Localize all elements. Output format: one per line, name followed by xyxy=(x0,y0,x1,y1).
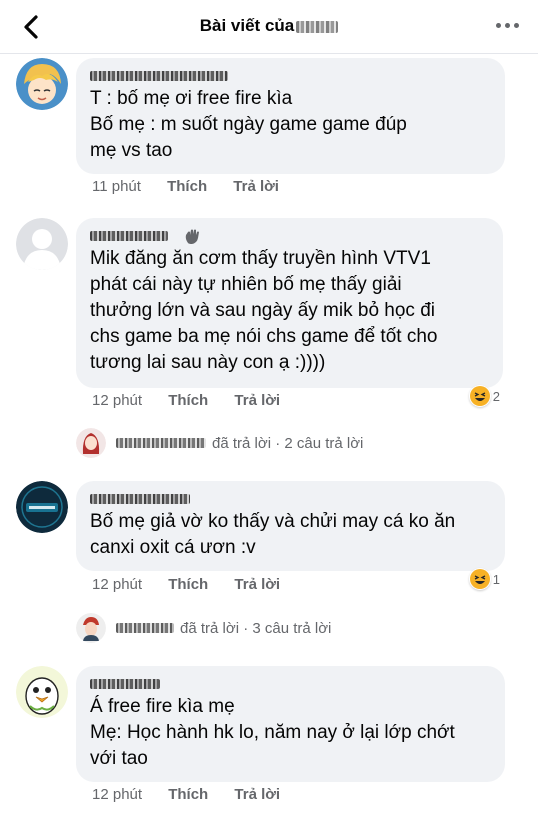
avatar[interactable] xyxy=(16,218,68,270)
default-user-icon xyxy=(16,218,68,270)
comment-text: Á free fire kìa mẹ Mẹ: Học hành hk lo, n… xyxy=(90,696,455,769)
reply-button[interactable]: Trả lời xyxy=(233,178,279,195)
comment-actions: 11 phút Thích Trả lời xyxy=(92,178,301,195)
cartoon-chick-avatar-icon xyxy=(16,666,68,718)
replies-text[interactable]: đã trả lời · 3 câu trả lời xyxy=(180,620,331,637)
comment-actions: 12 phút Thích Trả lời xyxy=(92,576,302,593)
comment-time: 12 phút xyxy=(92,576,143,593)
wave-hand-icon xyxy=(185,229,199,244)
reply-button[interactable]: Trả lời xyxy=(234,786,280,803)
comment-bubble[interactable]: T : bố mẹ ơi free fire kìa Bố mẹ : m suố… xyxy=(76,58,505,174)
comment-text: Mik đăng ăn cơm thấy truyền hình VTV1 ph… xyxy=(90,248,438,373)
replies-summary[interactable]: đã trả lời · 2 câu trả lời xyxy=(76,427,363,459)
comment-bubble[interactable]: Bố mẹ giả vờ ko thấy và chửi may cá ko ă… xyxy=(76,481,505,571)
comment-time: 12 phút xyxy=(92,392,143,409)
hoang-phan-logo-icon xyxy=(16,481,68,533)
page-title-text: Bài viết của xyxy=(199,16,295,35)
avatar[interactable] xyxy=(16,58,68,110)
blurred-author-name xyxy=(296,20,339,33)
comment-author[interactable] xyxy=(90,68,230,84)
avatar[interactable] xyxy=(16,666,68,718)
reaction-count[interactable]: 1 xyxy=(468,568,500,590)
comment-text: T : bố mẹ ơi free fire kìa Bố mẹ : m suố… xyxy=(90,88,407,161)
page-title: Bài viết của xyxy=(0,16,538,36)
anime-avatar-icon xyxy=(16,58,68,110)
haha-emoji-icon xyxy=(468,385,491,407)
reply-avatar-icon xyxy=(76,613,106,643)
comment-actions: 12 phút Thích Trả lời xyxy=(92,786,302,803)
comment-author[interactable] xyxy=(90,491,230,507)
like-button[interactable]: Thích xyxy=(168,786,208,803)
comment-actions: 12 phút Thích Trả lời xyxy=(92,392,302,409)
blurred-reply-name xyxy=(116,623,174,633)
comment-bubble[interactable]: Á free fire kìa mẹ Mẹ: Học hành hk lo, n… xyxy=(76,666,505,782)
reaction-number: 2 xyxy=(492,388,500,404)
avatar[interactable] xyxy=(16,481,68,533)
haha-emoji-icon xyxy=(468,568,491,590)
reply-button[interactable]: Trả lời xyxy=(234,576,280,593)
reaction-number: 1 xyxy=(492,571,500,587)
comment-time: 11 phút xyxy=(92,178,141,195)
reply-button[interactable]: Trả lời xyxy=(234,392,280,409)
like-button[interactable]: Thích xyxy=(168,392,208,409)
replies-text[interactable]: đã trả lời · 2 câu trả lời xyxy=(212,435,363,452)
more-options-icon[interactable] xyxy=(496,20,520,30)
comment-author[interactable] xyxy=(90,228,230,244)
blurred-reply-name xyxy=(116,438,206,448)
comment-text: Bố mẹ giả vờ ko thấy và chửi may cá ko ă… xyxy=(90,511,456,558)
comment-bubble[interactable]: Mik đăng ăn cơm thấy truyền hình VTV1 ph… xyxy=(76,218,503,388)
reply-avatar xyxy=(76,428,106,458)
reply-avatar xyxy=(76,613,106,643)
replies-summary[interactable]: đã trả lời · 3 câu trả lời xyxy=(76,612,331,644)
comment-time: 12 phút xyxy=(92,786,143,803)
comment-author[interactable] xyxy=(90,676,230,692)
like-button[interactable]: Thích xyxy=(168,576,208,593)
top-bar: Bài viết của xyxy=(0,0,538,54)
reply-avatar-icon xyxy=(76,428,106,458)
like-button[interactable]: Thích xyxy=(167,178,207,195)
reaction-count[interactable]: 2 xyxy=(468,385,500,407)
